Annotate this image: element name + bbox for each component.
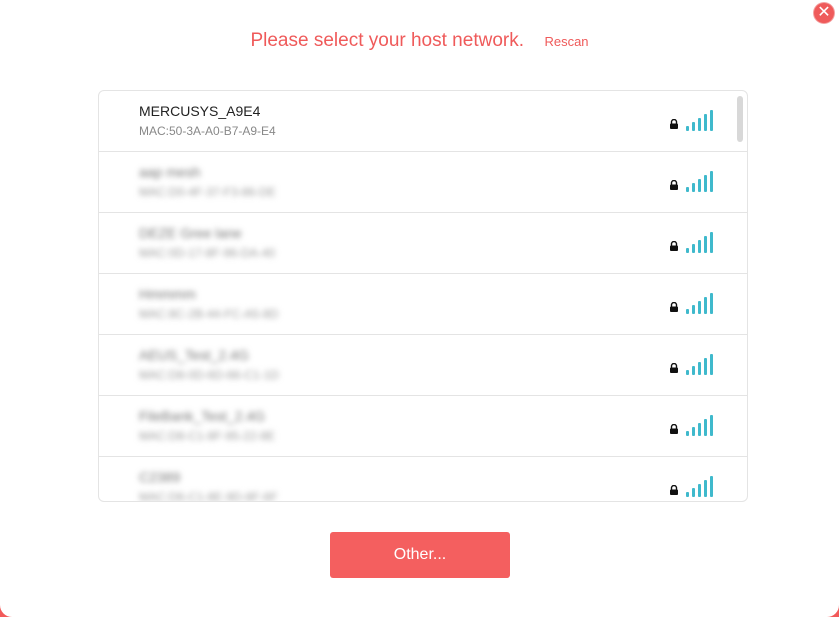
lock-icon bbox=[670, 424, 678, 434]
dialog-title: Please select your host network. bbox=[250, 30, 524, 51]
wifi-signal-icon bbox=[686, 110, 716, 131]
network-row[interactable]: Hmmmm MAC:8C-2B-44-FC-A5-8D bbox=[99, 274, 747, 335]
signal-bar bbox=[686, 431, 689, 436]
wifi-signal-icon bbox=[686, 415, 716, 436]
network-ssid: C2389 bbox=[139, 469, 181, 485]
signal-bar bbox=[698, 240, 701, 253]
signal-bar bbox=[692, 427, 695, 436]
signal-bar bbox=[710, 415, 713, 436]
signal-bar bbox=[686, 126, 689, 131]
network-mac: MAC:8C-2B-44-FC-A5-8D bbox=[139, 307, 279, 321]
dialog-header: Please select your host network. Rescan bbox=[0, 30, 839, 52]
network-ssid: aap mesh bbox=[139, 164, 201, 180]
wifi-signal-icon bbox=[686, 232, 716, 253]
signal-bar bbox=[698, 484, 701, 497]
signal-bar bbox=[710, 476, 713, 497]
signal-bar bbox=[686, 187, 689, 192]
network-ssid: FileBank_Test_2.4G bbox=[139, 408, 266, 424]
select-network-dialog: ✕ Please select your host network. Resca… bbox=[0, 0, 839, 617]
network-mac: MAC:D6-C1-8E-9D-8F-6F bbox=[139, 490, 278, 502]
signal-bar bbox=[698, 118, 701, 131]
signal-bar bbox=[692, 122, 695, 131]
signal-bar bbox=[686, 248, 689, 253]
network-row[interactable]: AEUS_Test_2.4G MAC:D8-0D-6D-66-C1-1D bbox=[99, 335, 747, 396]
signal-bar bbox=[692, 488, 695, 497]
signal-bar bbox=[692, 366, 695, 375]
signal-bar bbox=[692, 244, 695, 253]
signal-bar bbox=[710, 354, 713, 375]
network-ssid: Hmmmm bbox=[139, 286, 196, 302]
signal-bar bbox=[710, 171, 713, 192]
signal-bar bbox=[686, 492, 689, 497]
signal-bar bbox=[710, 293, 713, 314]
network-row[interactable]: C2389 MAC:D6-C1-8E-9D-8F-6F bbox=[99, 457, 747, 502]
rescan-link[interactable]: Rescan bbox=[544, 34, 588, 49]
signal-bar bbox=[692, 183, 695, 192]
signal-bar bbox=[704, 114, 707, 131]
lock-icon bbox=[670, 180, 678, 190]
network-mac: MAC:D8-0D-6D-66-C1-1D bbox=[139, 368, 280, 382]
network-row[interactable]: DEZE Gree lane MAC:0D-17-8F-96-DA-40 bbox=[99, 213, 747, 274]
close-icon[interactable]: ✕ bbox=[814, 3, 834, 23]
signal-bar bbox=[698, 423, 701, 436]
signal-bar bbox=[704, 480, 707, 497]
signal-bar bbox=[704, 419, 707, 436]
signal-bar bbox=[704, 297, 707, 314]
signal-bar bbox=[704, 358, 707, 375]
network-row[interactable]: FileBank_Test_2.4G MAC:D8-C1-8F-95-22-8E bbox=[99, 396, 747, 457]
lock-icon bbox=[670, 302, 678, 312]
signal-bar bbox=[686, 370, 689, 375]
lock-icon bbox=[670, 119, 678, 129]
network-mac: MAC:50-3A-A0-B7-A9-E4 bbox=[139, 124, 276, 138]
wifi-signal-icon bbox=[686, 171, 716, 192]
other-network-button[interactable]: Other... bbox=[330, 532, 510, 578]
signal-bar bbox=[710, 232, 713, 253]
signal-bar bbox=[704, 175, 707, 192]
network-mac: MAC:D8-C1-8F-95-22-8E bbox=[139, 429, 276, 443]
network-mac: MAC:0D-17-8F-96-DA-40 bbox=[139, 246, 276, 260]
wifi-signal-icon bbox=[686, 354, 716, 375]
signal-bar bbox=[710, 110, 713, 131]
signal-bar bbox=[686, 309, 689, 314]
lock-icon bbox=[670, 363, 678, 373]
list-scrollbar[interactable] bbox=[737, 96, 743, 142]
signal-bar bbox=[698, 301, 701, 314]
network-ssid: MERCUSYS_A9E4 bbox=[139, 103, 261, 119]
network-mac: MAC:D0-4F-37-F3-86-DE bbox=[139, 185, 276, 199]
lock-icon bbox=[670, 241, 678, 251]
network-row[interactable]: MERCUSYS_A9E4 MAC:50-3A-A0-B7-A9-E4 bbox=[99, 91, 747, 152]
signal-bar bbox=[692, 305, 695, 314]
signal-bar bbox=[698, 179, 701, 192]
wifi-signal-icon bbox=[686, 293, 716, 314]
lock-icon bbox=[670, 485, 678, 495]
signal-bar bbox=[704, 236, 707, 253]
network-ssid: DEZE Gree lane bbox=[139, 225, 242, 241]
network-row[interactable]: aap mesh MAC:D0-4F-37-F3-86-DE bbox=[99, 152, 747, 213]
network-list[interactable]: MERCUSYS_A9E4 MAC:50-3A-A0-B7-A9-E4 aap me… bbox=[98, 90, 748, 502]
signal-bar bbox=[698, 362, 701, 375]
wifi-signal-icon bbox=[686, 476, 716, 497]
network-ssid: AEUS_Test_2.4G bbox=[139, 347, 249, 363]
